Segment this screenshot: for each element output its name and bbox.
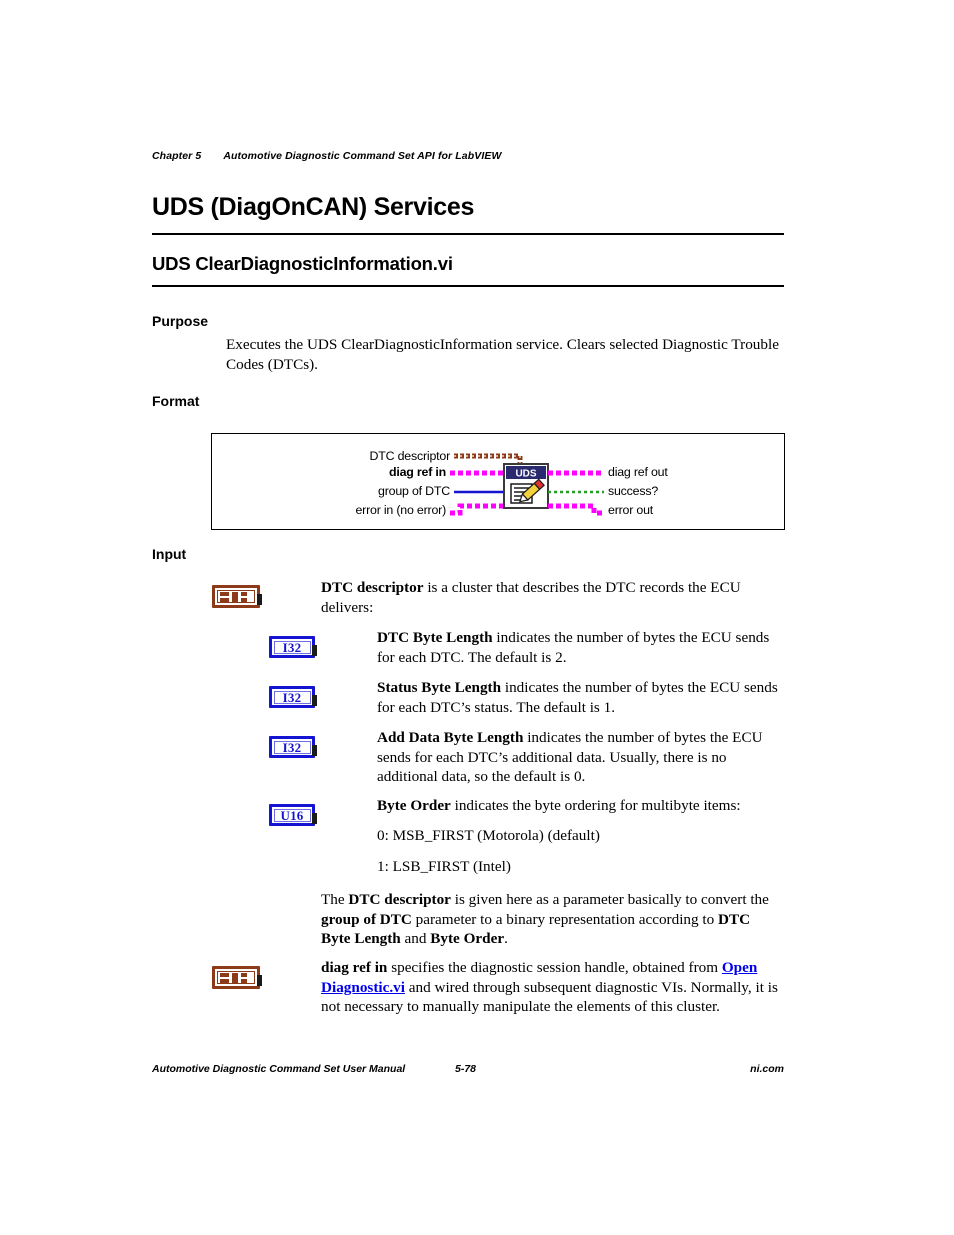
vi-name-rule <box>152 285 784 287</box>
note-part-2: is given here as a parameter basically t… <box>450 891 769 908</box>
document-page: Chapter 5 Automotive Diagnostic Command S… <box>0 0 954 1235</box>
uds-vi-icon: UDS <box>503 463 549 509</box>
footer-manual-title: Automotive Diagnostic Command Set User M… <box>152 1063 406 1075</box>
numeric-terminal-icon-i32-3: I32 <box>269 736 317 758</box>
title-rule <box>152 233 784 235</box>
connector-input-label-1: diag ref in <box>388 465 446 479</box>
input-item-text-4: Byte Order indicates the byte ordering f… <box>377 796 785 816</box>
input-item-term-0: DTC descriptor <box>321 579 424 596</box>
terminal-type-label: I32 <box>282 639 302 655</box>
note-part-3: group of DTC <box>321 910 412 928</box>
page-title: UDS (DiagOnCAN) Services <box>152 193 475 221</box>
svg-text:UDS: UDS <box>515 469 536 480</box>
input-item-text-1: DTC Byte Length indicates the number of … <box>377 628 785 667</box>
numeric-terminal-icon-i32-1: I32 <box>269 636 317 658</box>
terminal-type-label: I32 <box>282 689 302 705</box>
note-part-1: DTC descriptor <box>348 891 451 908</box>
descriptor-note: The DTC descriptor is given here as a pa… <box>321 890 783 949</box>
footer-page-number: 5-78 <box>455 1063 477 1075</box>
input-item-text-2: Status Byte Length indicates the number … <box>377 678 785 717</box>
chapter-number: Chapter 5 <box>152 150 202 162</box>
format-heading: Format <box>152 393 200 409</box>
terminal-type-label: I32 <box>282 739 302 755</box>
connector-input-label-2: group of DTC <box>378 484 450 498</box>
input-heading: Input <box>152 546 187 562</box>
connector-output-label-0: diag ref out <box>608 465 668 479</box>
input-item-text-0: DTC descriptor is a cluster that describ… <box>321 578 783 617</box>
connector-output-label-1: success? <box>608 484 659 498</box>
diag-note-part-1: specifies the diagnostic session handle,… <box>387 959 722 976</box>
terminal-type-label: U16 <box>280 807 304 823</box>
byte-order-option-1: 1: LSB_FIRST (Intel) <box>377 858 511 875</box>
diag-note-part-0: diag ref in <box>321 959 388 976</box>
note-part-6: and <box>400 930 431 947</box>
input-item-text-3: Add Data Byte Length indicates the numbe… <box>377 728 785 787</box>
cluster-terminal-icon <box>212 585 262 608</box>
input-item-term-3: Add Data Byte Length <box>377 729 524 746</box>
purpose-heading: Purpose <box>152 313 209 329</box>
cluster-terminal-icon-diag-ref-in <box>212 966 262 989</box>
connector-output-label-2: error out <box>608 503 654 517</box>
connector-input-label-0: DTC descriptor <box>369 449 450 463</box>
input-item-desc-4: indicates the byte ordering for multibyt… <box>450 797 741 814</box>
input-item-term-4: Byte Order <box>377 797 451 814</box>
byte-order-option-0: 0: MSB_FIRST (Motorola) (default) <box>377 827 600 844</box>
numeric-terminal-icon-i32-2: I32 <box>269 686 317 708</box>
vi-name-heading: UDS ClearDiagnosticInformation.vi <box>152 253 453 274</box>
format-diagram-box: UDS DTC descriptor diag ref in group of … <box>211 433 785 530</box>
footer-website: ni.com <box>750 1063 784 1075</box>
note-part-7: Byte Order <box>430 930 505 947</box>
numeric-terminal-icon-u16: U16 <box>269 804 317 826</box>
wire-error-out <box>548 503 604 516</box>
diag-ref-in-note: diag ref in specifies the diagnostic ses… <box>321 958 783 1017</box>
purpose-text: Executes the UDS ClearDiagnosticInformat… <box>226 336 779 373</box>
chapter-title: Automotive Diagnostic Command Set API fo… <box>223 150 502 162</box>
connector-input-label-3: error in (no error) <box>355 503 446 517</box>
note-part-4: parameter to a binary representation acc… <box>411 910 719 928</box>
running-header: Chapter 5 Automotive Diagnostic Command S… <box>152 150 501 162</box>
wire-error-in <box>450 503 505 516</box>
input-item-term-1: DTC Byte Length <box>377 629 493 646</box>
input-item-term-2: Status Byte Length <box>377 679 502 696</box>
note-part-8: . <box>504 930 508 947</box>
note-part-0: The <box>321 891 349 908</box>
